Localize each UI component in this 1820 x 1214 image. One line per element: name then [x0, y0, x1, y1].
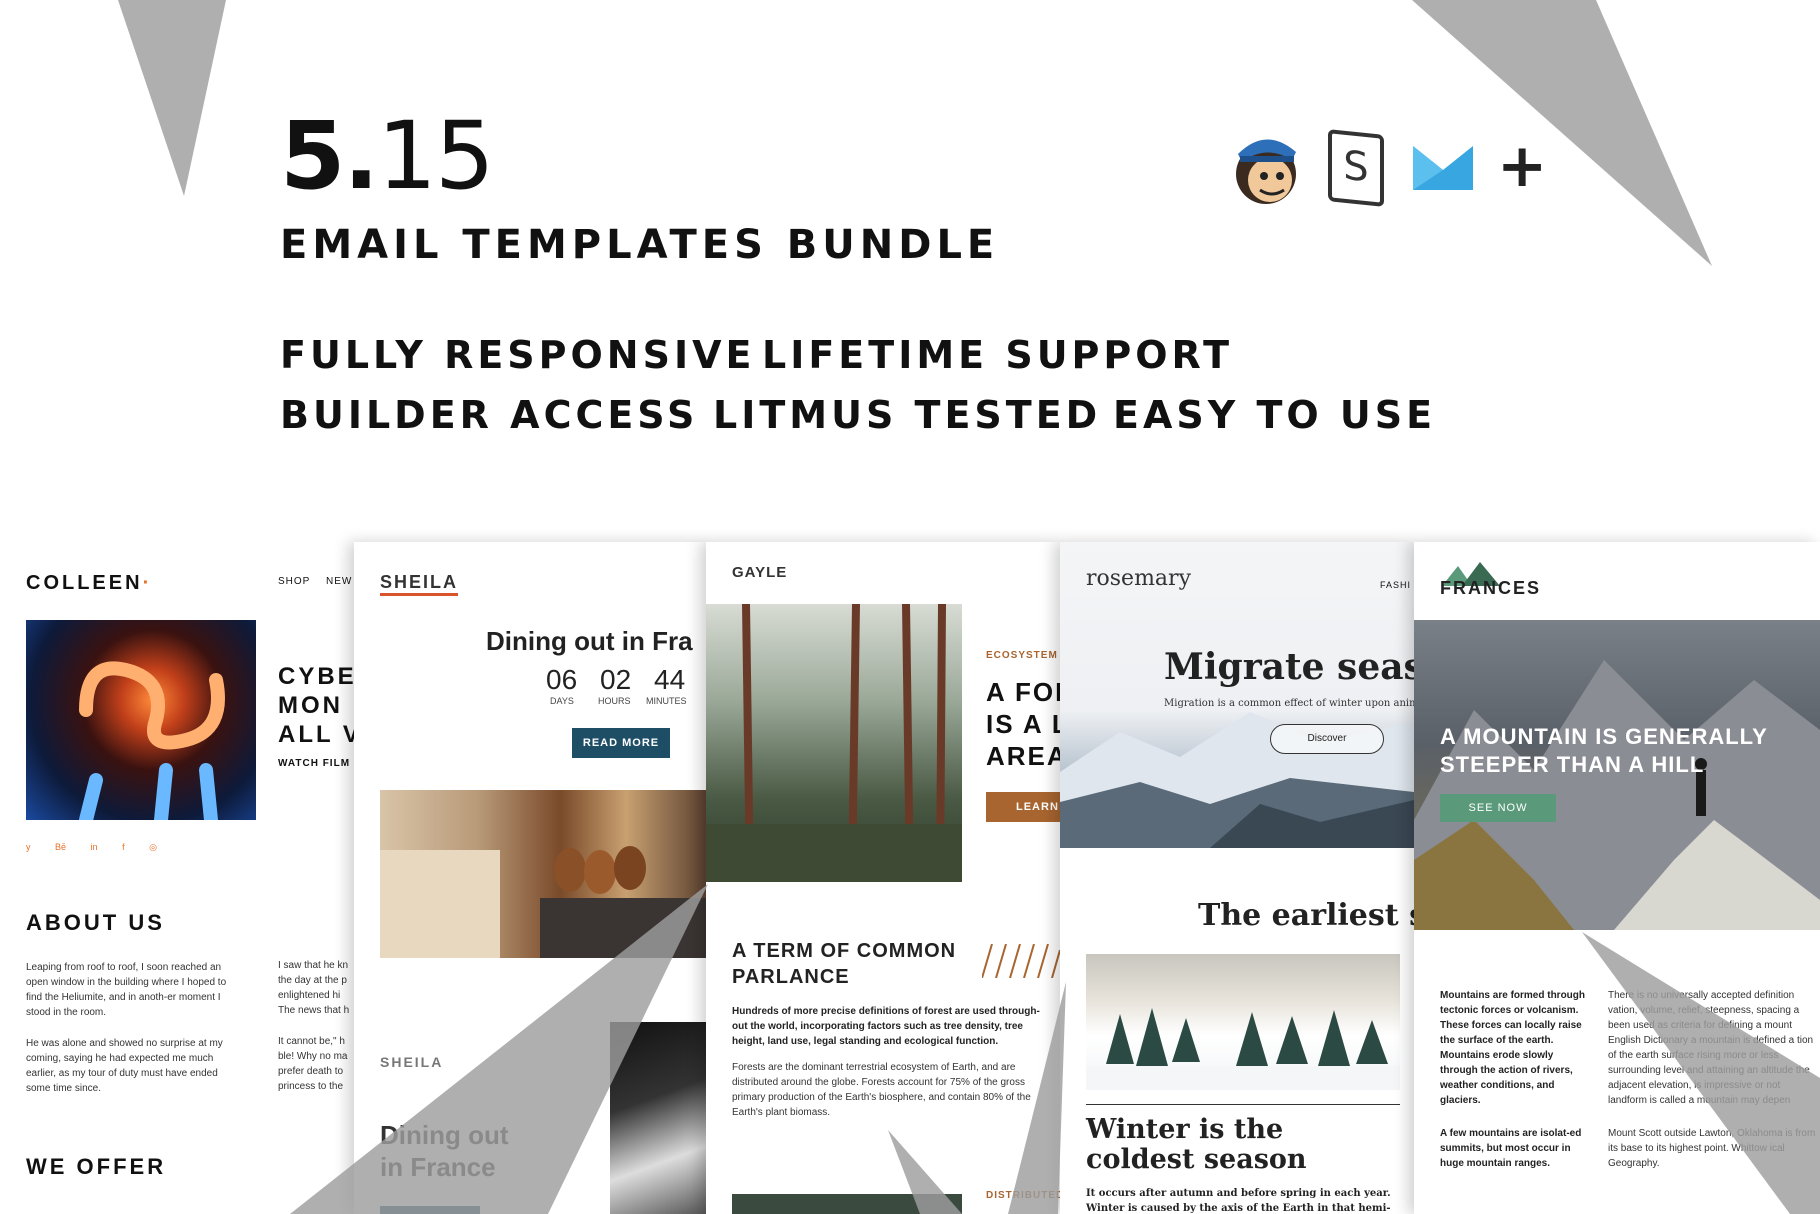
colleen-nav-shop[interactable]: SHOP: [278, 576, 310, 587]
rosemary-winter-line-2: coldest season: [1086, 1144, 1307, 1175]
rosemary-subheadline: Migration is a common effect of winter u…: [1164, 698, 1414, 709]
feature-responsive: FULLY RESPONSIVE: [280, 333, 756, 377]
sheila-logo: SHEILA: [380, 572, 459, 596]
colleen-logo: COLLEEN·: [26, 572, 153, 594]
frances-hero-line-2: STEEPER THAN A HILL: [1440, 752, 1705, 777]
colleen-watch-link[interactable]: WATCH FILM: [278, 758, 350, 769]
rosemary-winter-line-1: Winter is the: [1086, 1114, 1284, 1145]
gayle-hero-line-1: A FOR: [986, 677, 1060, 707]
feature-support: LIFETIME SUPPORT: [762, 333, 1234, 377]
gayle-forest-image-2: [732, 1194, 962, 1214]
sheila-headline: Dining out in Fra: [486, 626, 693, 656]
linkedin-icon[interactable]: in: [91, 842, 98, 852]
colleen-hero-line-2: MON: [278, 692, 343, 719]
rosemary-divider: [1086, 1104, 1400, 1105]
countdown-hours-label: HOURS: [598, 696, 631, 706]
template-preview-gayle[interactable]: GAYLE ECOSYSTEM OF I A FOR IS A L AREA L…: [706, 542, 1060, 1214]
sheila-logo-2: SHEILA: [380, 1054, 444, 1070]
colleen-col2-p2: It cannot be," h ble! Why no ma prefer d…: [278, 1036, 348, 1092]
frances-logo: FRANCES: [1440, 578, 1542, 598]
mailchimp-icon: [1236, 139, 1296, 204]
plus-icon: +: [1497, 131, 1548, 201]
frances-see-now-button[interactable]: SEE NOW: [1440, 794, 1556, 822]
colleen-about-title: ABOUT US: [26, 910, 165, 935]
frances-right-p2: Mount Scott outside Lawton, Oklahoma is …: [1608, 1128, 1816, 1169]
rosemary-earliest-heading: The earliest sun: [1198, 898, 1414, 933]
rosemary-nav-fashion[interactable]: FASHI: [1380, 580, 1411, 590]
gayle-kicker: ECOSYSTEM OF I: [986, 650, 1060, 661]
feature-builder: BUILDER ACCESS: [280, 393, 699, 437]
sheila-headline-2-line-1: Dining out: [380, 1120, 509, 1150]
frances-left-p2: A few mountains are isolat-ed summits, b…: [1440, 1128, 1582, 1169]
facebook-icon[interactable]: f: [122, 842, 125, 852]
feature-easy: EASY TO USE: [1113, 393, 1437, 437]
campaign-monitor-icon: [1413, 146, 1473, 190]
gayle-kicker-2: DISTRIBUTED AR: [986, 1190, 1060, 1201]
gayle-bold-paragraph: Hundreds of more precise definitions of …: [732, 1006, 1040, 1047]
colleen-offer-title: WE OFFER: [26, 1154, 167, 1179]
countdown-days-label: DAYS: [550, 696, 574, 706]
sheila-headline-2-line-2: in France: [380, 1152, 496, 1182]
rosemary-headline: Migrate season: [1164, 646, 1414, 688]
gayle-term-line-1: A TERM OF COMMON: [732, 940, 957, 962]
countdown-minutes-label: MINUTES: [646, 696, 687, 706]
gayle-paragraph: Forests are the dominant terrestrial eco…: [732, 1062, 1031, 1118]
template-preview-rosemary[interactable]: rosemary FASHI Migrate season Migration …: [1060, 542, 1414, 1214]
countdown-hours: 02: [600, 664, 632, 695]
rosemary-discover-button[interactable]: Discover: [1270, 724, 1384, 754]
gayle-hero-line-3: AREA: [986, 741, 1060, 771]
rosemary-body: It occurs after autumn and before spring…: [1086, 1188, 1391, 1214]
countdown-days: 06: [546, 664, 578, 695]
sheila-button-2[interactable]: [380, 1206, 480, 1214]
stampready-icon: S: [1328, 129, 1384, 207]
rosemary-logo: rosemary: [1086, 566, 1191, 591]
sheila-read-more-button[interactable]: READ MORE: [572, 728, 670, 758]
gayle-diagonal-stripes: [982, 944, 1060, 978]
dribbble-icon[interactable]: ◎: [149, 842, 157, 852]
countdown-minutes: 44: [654, 664, 686, 695]
version-number: 5.15: [280, 102, 495, 211]
frances-right-p1: There is no universally accepted definit…: [1608, 990, 1814, 1106]
colleen-nav-new[interactable]: NEW: [326, 576, 352, 587]
colleen-social-row[interactable]: y Bē in f ◎: [26, 842, 157, 853]
template-preview-sheila[interactable]: SHEILA Dining out in Fra 06 DAYS 02 HOUR…: [354, 542, 708, 1214]
colleen-hero-line-1: CYBE: [278, 663, 354, 690]
bundle-subtitle: EMAIL TEMPLATES BUNDLE: [280, 222, 1000, 268]
gayle-logo: GAYLE: [732, 564, 788, 581]
sheila-bakery-image: [380, 790, 708, 958]
gayle-term-line-2: PARLANCE: [732, 966, 850, 988]
colleen-about-p1: Leaping from roof to roof, I soon reache…: [26, 962, 227, 1018]
template-preview-frances[interactable]: FRANCES A MOUNTAIN IS GENERALLY STEEPER …: [1414, 542, 1820, 1214]
colleen-about-p2: He was alone and showed no surprise at m…: [26, 1038, 223, 1094]
gayle-forest-image: [706, 603, 962, 883]
colleen-hero-line-3: ALL V: [278, 721, 354, 748]
colleen-neon-image: [26, 620, 256, 827]
gayle-learn-more-button[interactable]: LEARN MO: [986, 792, 1060, 843]
sheila-dark-image: [610, 1022, 708, 1214]
frances-left-p1: Mountains are formed through tectonic fo…: [1440, 990, 1585, 1106]
colleen-col2-p1: I saw that he kn the day at the p enligh…: [278, 960, 350, 1016]
rosemary-snow-forest-image: [1086, 954, 1400, 1090]
gayle-hero-line-2: IS A L: [986, 709, 1060, 739]
twitter-icon[interactable]: y: [26, 842, 31, 852]
bundle-promo-canvas: 5.15 EMAIL TEMPLATES BUNDLE FULLY RESPON…: [0, 0, 1820, 1214]
behance-icon[interactable]: Bē: [55, 842, 66, 852]
template-preview-colleen[interactable]: COLLEEN· SHOP NEW CYBE MON ALL V WATCH F…: [0, 542, 354, 1214]
frances-hero-line-1: A MOUNTAIN IS GENERALLY: [1440, 724, 1768, 749]
feature-litmus: LITMUS TESTED: [713, 393, 1102, 437]
